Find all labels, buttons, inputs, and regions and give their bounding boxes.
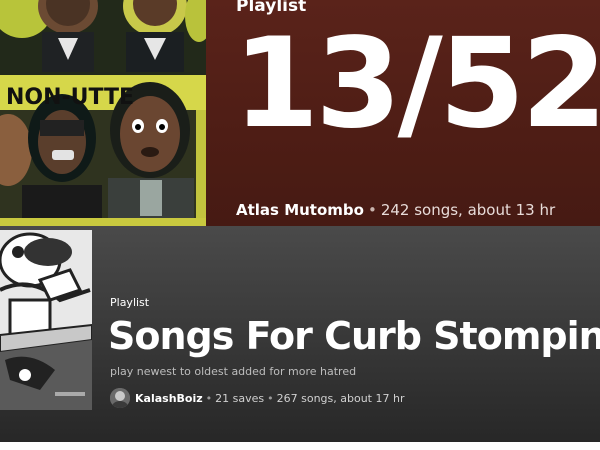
playlist-title: Songs For Curb Stomping 13 [108, 314, 600, 358]
avatar-image [110, 388, 130, 408]
playlist-saves: 21 saves [215, 391, 265, 405]
cover-artwork [0, 230, 92, 410]
meta-separator: • [205, 391, 213, 405]
playlist-type-label: Playlist [110, 296, 150, 309]
cover-artwork: NON-UTTE [0, 0, 206, 226]
playlist-title: 13/52 [233, 12, 600, 156]
owner-link[interactable]: KalashBoiz [135, 392, 203, 405]
playlist-cover-image[interactable]: NON-UTTE [0, 0, 206, 226]
playlist-cover-image[interactable] [0, 230, 92, 410]
playlist-meta: KalashBoiz • 21 saves • 267 songs, about 17 … [110, 388, 404, 408]
owner-link[interactable]: Atlas Mutombo [236, 201, 364, 219]
playlist-description: play newest to oldest added for more hat… [110, 365, 357, 378]
playlist-stats: 267 songs, about 17 hr [276, 391, 405, 405]
meta-separator: • [267, 391, 274, 405]
playlist-header-bottom: Playlist Songs For Curb Stomping 13 play… [0, 226, 600, 450]
playlist-meta: Atlas Mutombo • 242 songs, about 13 hr [236, 201, 555, 219]
bottom-divider [0, 442, 600, 450]
playlist-stats: 242 songs, about 13 hr [380, 201, 556, 219]
playlist-header-top: NON-UTTE Playlist 13/52 Atlas Mutombo • 24… [0, 0, 600, 226]
meta-separator: • [367, 201, 377, 219]
cover-text: NON-UTTE [6, 85, 134, 110]
owner-avatar[interactable] [110, 388, 130, 408]
